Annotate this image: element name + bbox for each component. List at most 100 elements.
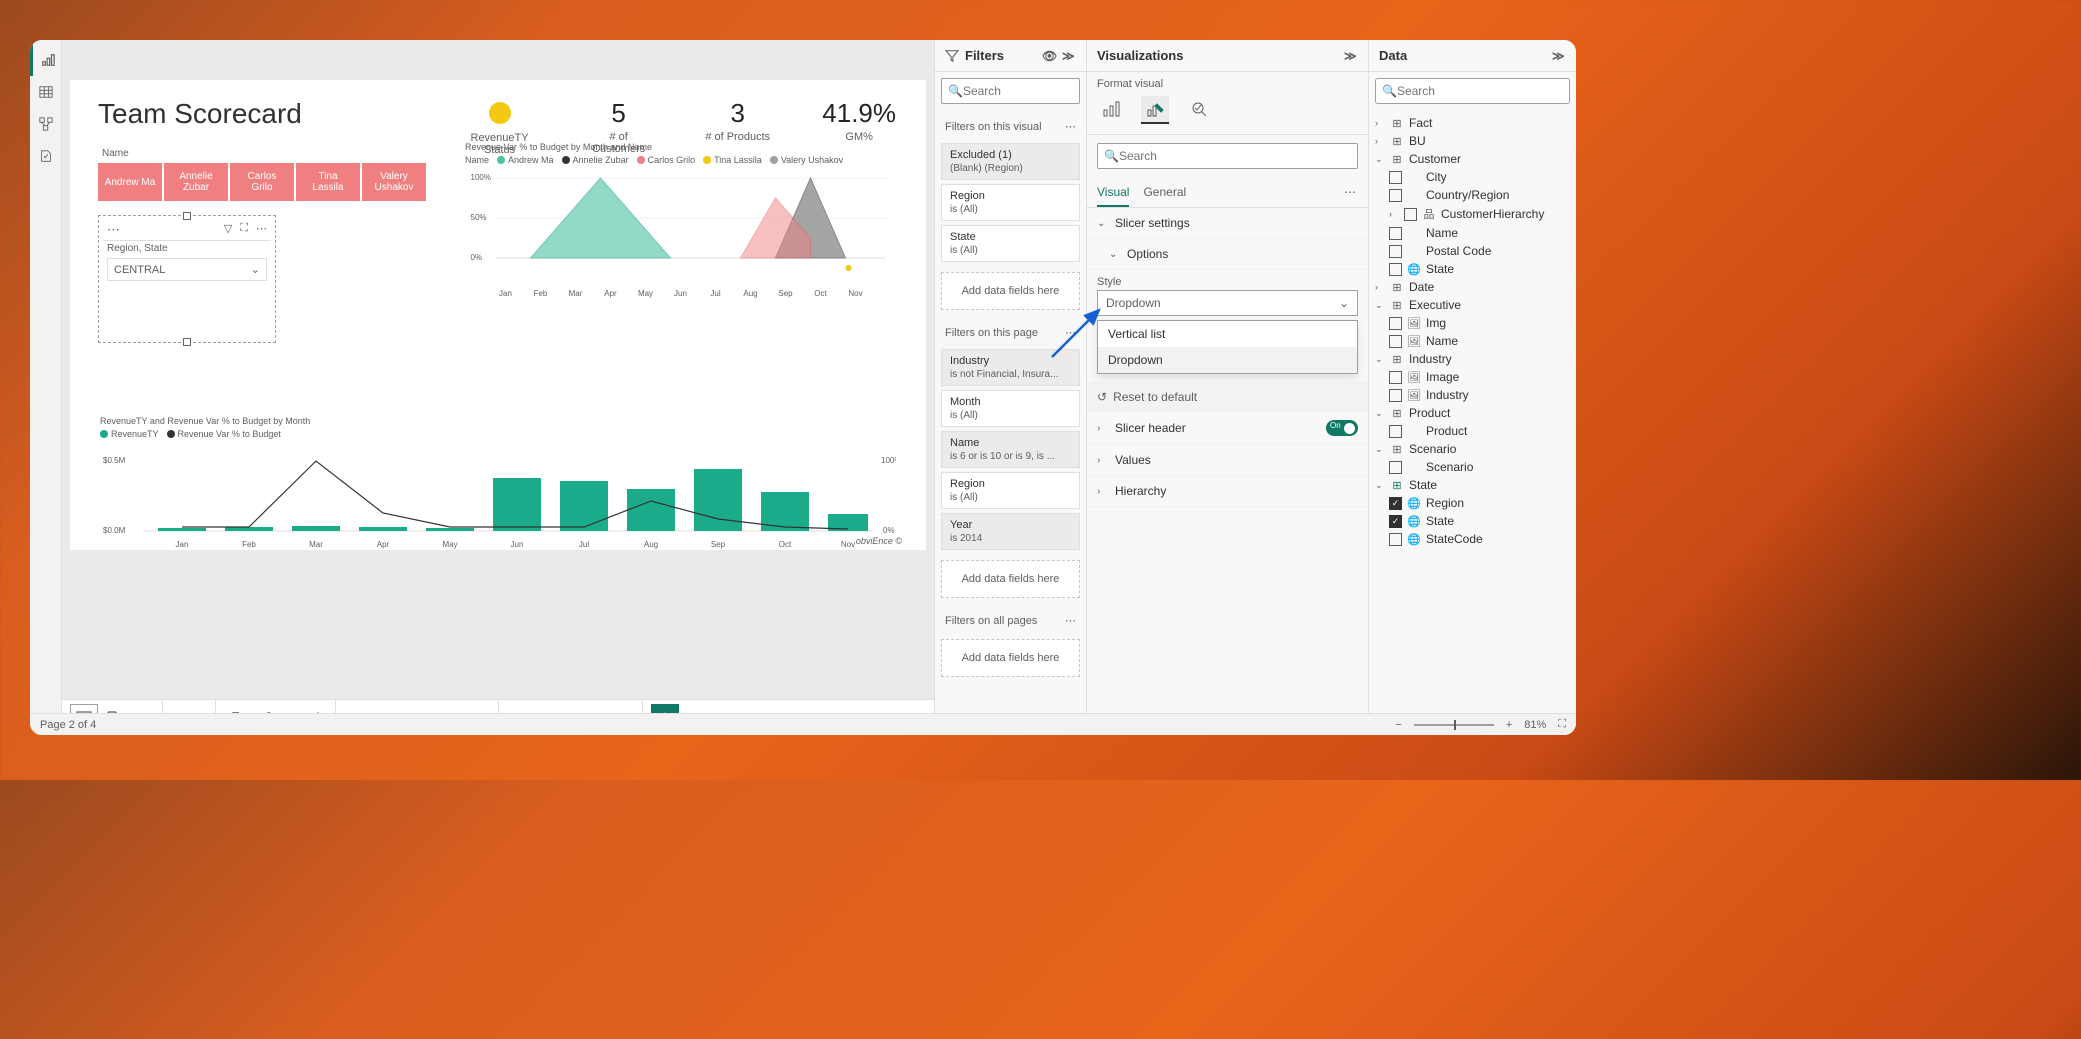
table-scenario[interactable]: ⌄⊞Scenario [1375, 440, 1570, 458]
svg-text:Jun: Jun [674, 289, 687, 298]
col-postal[interactable]: Postal Code [1375, 242, 1570, 260]
table-bu[interactable]: ›⊞BU [1375, 132, 1570, 150]
name-tile[interactable]: Tina Lassila [296, 163, 360, 201]
viz-search-input[interactable] [1119, 149, 1351, 163]
filter-card[interactable]: Industryis not Financial, Insura... [941, 349, 1080, 386]
more-icon[interactable]: ⋯ [1065, 120, 1076, 133]
viz-title: Visualizations [1097, 48, 1183, 63]
filter-card[interactable]: Yearis 2014 [941, 513, 1080, 550]
add-fields-visual[interactable]: Add data fields here [941, 272, 1080, 310]
eye-icon[interactable]: 👁 [1042, 49, 1056, 63]
data-search-input[interactable] [1397, 84, 1563, 98]
nav-dax-icon[interactable] [30, 140, 62, 172]
nav-table-icon[interactable] [30, 76, 62, 108]
svg-text:Nov: Nov [848, 289, 862, 298]
name-tile[interactable]: Valery Ushakov [362, 163, 426, 201]
collapse-icon[interactable]: ≫ [1552, 49, 1566, 63]
tab-visual[interactable]: Visual [1097, 185, 1129, 207]
more-icon[interactable]: ⋯ [1344, 185, 1358, 207]
row-slicer-settings[interactable]: ⌄ Slicer settings [1087, 208, 1368, 239]
table-product[interactable]: ⌄⊞Product [1375, 404, 1570, 422]
col-region[interactable]: ✓🌐Region [1375, 494, 1570, 512]
table-date[interactable]: ›⊞Date [1375, 278, 1570, 296]
zoom-in-icon[interactable]: + [1506, 719, 1512, 731]
format-visual-icon[interactable] [1141, 96, 1169, 124]
reset-to-default[interactable]: ↺ Reset to default [1087, 382, 1368, 412]
table-industry[interactable]: ⌄⊞Industry [1375, 350, 1570, 368]
col-name[interactable]: Name [1375, 224, 1570, 242]
filter-card[interactable]: Regionis (All) [941, 472, 1080, 509]
region-dropdown[interactable]: CENTRAL ⌄ [107, 258, 267, 281]
focus-icon[interactable]: ⛶ [240, 222, 248, 238]
svg-text:$0.0M: $0.0M [103, 526, 126, 535]
nav-report-icon[interactable] [30, 44, 62, 76]
status-dot-icon [489, 102, 511, 124]
filters-title: Filters [965, 48, 1004, 63]
svg-text:Jul: Jul [579, 540, 589, 549]
add-fields-page[interactable]: Add data fields here [941, 560, 1080, 598]
filter-icon[interactable]: ▽ [224, 222, 232, 238]
tab-general[interactable]: General [1143, 185, 1186, 207]
analytics-icon[interactable] [1185, 96, 1213, 124]
filter-card[interactable]: Excluded (1)(Blank) (Region) [941, 143, 1080, 180]
name-tile[interactable]: Carlos Grilo [230, 163, 294, 201]
style-dropdown[interactable]: Dropdown ⌄ [1097, 290, 1358, 316]
col-state[interactable]: ✓🌐State [1375, 512, 1570, 530]
col-img[interactable]: 🖼Img [1375, 314, 1570, 332]
data-search[interactable]: 🔍 [1375, 78, 1570, 104]
build-visual-icon[interactable] [1097, 96, 1125, 124]
fit-page-icon[interactable]: ⛶ [1558, 718, 1566, 731]
slicer-header-toggle[interactable]: On [1326, 420, 1358, 436]
col-image[interactable]: 🖼Image [1375, 368, 1570, 386]
svg-text:Sep: Sep [778, 289, 793, 298]
opt-dropdown[interactable]: Dropdown [1098, 347, 1357, 373]
viz-search[interactable]: 🔍 [1097, 143, 1358, 169]
zoom-out-icon[interactable]: − [1395, 719, 1401, 731]
col-statecode[interactable]: 🌐StateCode [1375, 530, 1570, 548]
chart-revenue[interactable]: RevenueTY and Revenue Var % to Budget by… [100, 416, 896, 568]
viz-subtitle: Format visual [1087, 72, 1368, 90]
collapse-icon[interactable]: ≫ [1344, 49, 1358, 63]
more-icon[interactable]: ⋯ [1065, 614, 1076, 627]
hier-customer[interactable]: ›品CustomerHierarchy [1375, 204, 1570, 224]
more-icon[interactable]: ⋯ [1065, 326, 1076, 339]
svg-text:Aug: Aug [644, 540, 658, 549]
opt-vertical-list[interactable]: Vertical list [1098, 321, 1357, 347]
name-tile[interactable]: Andrew Ma [98, 163, 162, 201]
filter-icon [945, 49, 959, 63]
fields-tree: ›⊞Fact ›⊞BU ⌄⊞Customer City Country/Regi… [1369, 110, 1576, 552]
filter-card[interactable]: Monthis (All) [941, 390, 1080, 427]
more-icon[interactable]: ⋯ [256, 222, 267, 238]
table-executive[interactable]: ⌄⊞Executive [1375, 296, 1570, 314]
row-options[interactable]: ⌄ Options [1087, 239, 1368, 270]
name-tile[interactable]: Annelie Zubar [164, 163, 228, 201]
table-state[interactable]: ⌄⊞State [1375, 476, 1570, 494]
collapse-icon[interactable]: ≫ [1062, 49, 1076, 63]
filter-card[interactable]: Nameis 6 or is 10 or is 9, is ... [941, 431, 1080, 468]
col-exname[interactable]: 🖼Name [1375, 332, 1570, 350]
filter-card[interactable]: Regionis (All) [941, 184, 1080, 221]
legend-item: Andrew Ma [497, 155, 554, 165]
col-country[interactable]: Country/Region [1375, 186, 1570, 204]
col-city[interactable]: City [1375, 168, 1570, 186]
row-values[interactable]: › Values [1087, 445, 1368, 476]
col-product[interactable]: Product [1375, 422, 1570, 440]
table-fact[interactable]: ›⊞Fact [1375, 114, 1570, 132]
zoom-slider[interactable] [1414, 724, 1494, 726]
row-hierarchy[interactable]: › Hierarchy [1087, 476, 1368, 507]
table-customer[interactable]: ⌄⊞Customer [1375, 150, 1570, 168]
region-slicer-visual[interactable]: ⋯ ▽ ⛶ ⋯ Region, State CENTRAL ⌄ [98, 215, 276, 343]
nav-model-icon[interactable] [30, 108, 62, 140]
chart-variance[interactable]: Revenue Var % to Budget by Month and Nam… [465, 142, 896, 314]
search-icon: 🔍 [948, 84, 963, 98]
filter-card[interactable]: Stateis (All) [941, 225, 1080, 262]
col-indname[interactable]: 🖼Industry [1375, 386, 1570, 404]
drag-handle-icon[interactable]: ⋯ [107, 222, 122, 238]
row-slicer-header[interactable]: › Slicer header On [1087, 412, 1368, 445]
add-fields-all[interactable]: Add data fields here [941, 639, 1080, 677]
svg-text:Feb: Feb [242, 540, 256, 549]
col-scenario[interactable]: Scenario [1375, 458, 1570, 476]
col-custstate[interactable]: 🌐State [1375, 260, 1570, 278]
filters-pane: Filters 👁 ≫ 🔍 Filters on this visual⋯ Ex… [934, 40, 1086, 735]
filters-search[interactable]: 🔍 [941, 78, 1080, 104]
